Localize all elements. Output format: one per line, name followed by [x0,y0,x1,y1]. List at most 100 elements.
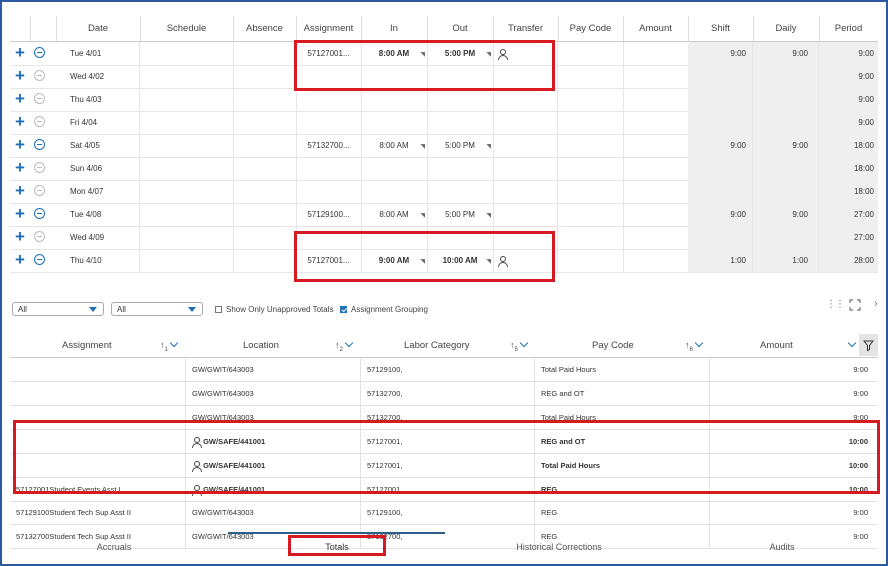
in-punch-cell[interactable] [361,88,428,111]
add-icon[interactable]: + [12,42,28,65]
absence-cell[interactable] [233,42,297,65]
absence-cell[interactable] [233,249,297,272]
schedule-cell[interactable] [140,249,234,272]
tab-historical-corrections[interactable]: Historical Corrections [494,537,624,557]
pay-code-cell[interactable] [558,134,624,157]
totals-col-location[interactable]: Location [243,334,279,357]
col-schedule[interactable]: Schedule [140,16,234,41]
col-transfer[interactable]: Transfer [493,16,559,41]
add-icon[interactable]: + [12,134,28,157]
totals-col-assignment[interactable]: Assignment [62,334,112,357]
col-in[interactable]: In [361,16,428,41]
schedule-cell[interactable] [140,42,234,65]
transfer-cell[interactable] [493,180,558,203]
in-punch-cell[interactable]: 8:00 AM ◥ [361,203,428,226]
out-punch-cell[interactable]: 5:00 PM ◥ [427,134,494,157]
date-cell[interactable]: Mon 4/07 [56,180,140,203]
schedule-cell[interactable] [140,65,234,88]
schedule-cell[interactable] [140,88,234,111]
pay-code-cell[interactable] [558,42,624,65]
in-punch-cell[interactable] [361,180,428,203]
col-daily[interactable]: Daily [753,16,820,41]
unapproved-totals-checkbox[interactable] [215,306,222,313]
transfer-cell[interactable] [493,134,558,157]
pay-code-cell[interactable] [558,157,624,180]
add-icon[interactable]: + [12,249,28,272]
amount-cell[interactable] [623,42,689,65]
transfer-cell[interactable] [493,203,558,226]
add-icon[interactable]: + [12,111,28,134]
amount-cell[interactable] [623,88,689,111]
absence-cell[interactable] [233,203,297,226]
schedule-cell[interactable] [140,180,234,203]
remove-icon[interactable] [34,139,45,150]
schedule-cell[interactable] [140,226,234,249]
col-absence[interactable]: Absence [233,16,297,41]
add-icon[interactable]: + [12,88,28,111]
out-punch-cell[interactable] [427,157,494,180]
remove-icon[interactable] [34,254,45,265]
assignment-grouping-checkbox[interactable] [340,306,347,313]
schedule-cell[interactable] [140,203,234,226]
date-cell[interactable]: Sat 4/05 [56,134,140,157]
absence-cell[interactable] [233,134,297,157]
filter-select-1[interactable]: All [12,302,104,316]
totals-col-amount[interactable]: Amount [760,334,793,357]
pay-code-cell[interactable] [558,88,624,111]
out-punch-cell[interactable]: 5:00 PM ◥ [427,203,494,226]
date-cell[interactable]: Wed 4/09 [56,226,140,249]
remove-icon[interactable] [34,231,45,242]
totals-row[interactable]: GW/GWIT/643003 57132700, REG and OT 9:00 [10,381,878,406]
totals-row[interactable]: 57129100Student Tech Sup Asst II GW/GWIT/… [10,501,878,526]
add-icon[interactable]: + [12,157,28,180]
amount-cell[interactable] [623,203,689,226]
filter-select-2[interactable]: All [111,302,203,316]
remove-icon[interactable] [34,70,45,81]
transfer-cell[interactable] [493,111,558,134]
absence-cell[interactable] [233,111,297,134]
sort-icon[interactable]: ↑6 [685,334,704,357]
absence-cell[interactable] [233,157,297,180]
in-punch-cell[interactable]: 8:00 AM ◥ [361,134,428,157]
remove-icon[interactable] [34,208,45,219]
assignment-cell[interactable]: 57129100... [296,203,362,226]
col-assignment[interactable]: Assignment [296,16,362,41]
assignment-cell[interactable] [296,180,362,203]
add-icon[interactable]: + [12,180,28,203]
col-date[interactable]: Date [56,16,141,41]
amount-cell[interactable] [623,157,689,180]
out-punch-cell[interactable] [427,88,494,111]
date-cell[interactable]: Tue 4/01 [56,42,140,65]
totals-col-labor-category[interactable]: Labor Category [404,334,469,357]
transfer-cell[interactable] [493,157,558,180]
remove-icon[interactable] [34,116,45,127]
amount-cell[interactable] [623,180,689,203]
tab-accruals[interactable]: Accruals [49,537,179,557]
absence-cell[interactable] [233,226,297,249]
scroll-indicator[interactable] [228,532,445,534]
in-punch-cell[interactable] [361,111,428,134]
col-out[interactable]: Out [427,16,494,41]
col-shift[interactable]: Shift [688,16,754,41]
transfer-cell[interactable] [493,88,558,111]
pay-code-cell[interactable] [558,203,624,226]
pay-code-cell[interactable] [558,65,624,88]
date-cell[interactable]: Thu 4/03 [56,88,140,111]
expand-icon[interactable] [849,298,861,311]
schedule-cell[interactable] [140,111,234,134]
amount-cell[interactable] [623,134,689,157]
remove-icon[interactable] [34,47,45,58]
assignment-cell[interactable] [296,88,362,111]
date-cell[interactable]: Fri 4/04 [56,111,140,134]
remove-icon[interactable] [34,185,45,196]
date-cell[interactable]: Wed 4/02 [56,65,140,88]
remove-icon[interactable] [34,162,45,173]
out-punch-cell[interactable] [427,180,494,203]
add-icon[interactable]: + [12,203,28,226]
remove-icon[interactable] [34,93,45,104]
add-icon[interactable]: + [12,226,28,249]
filter-icon[interactable] [859,334,878,356]
drag-handle-icon[interactable]: ⋮⋮ [826,299,845,310]
sort-icon[interactable]: ↑5 [510,334,529,357]
schedule-cell[interactable] [140,157,234,180]
